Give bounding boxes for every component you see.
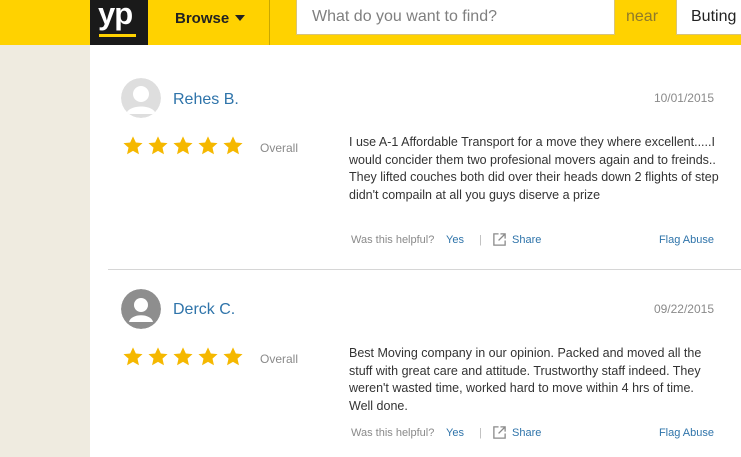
helpful-yes-link[interactable]: Yes — [446, 427, 464, 439]
location-input[interactable] — [676, 0, 741, 35]
star-icon — [223, 136, 243, 155]
star-icon — [148, 136, 168, 155]
yp-logo[interactable]: yp — [90, 0, 148, 47]
star-icon — [123, 136, 143, 155]
rating-label: Overall — [260, 352, 299, 366]
avatar — [121, 78, 161, 118]
review-item: Derck C. 09/22/2015 Overall Best Moving … — [90, 270, 741, 457]
search-input[interactable] — [296, 0, 615, 35]
review-date: 10/01/2015 — [653, 91, 714, 105]
footer-separator: | — [479, 427, 482, 439]
share-link[interactable]: Share — [512, 427, 541, 439]
footer-separator: | — [479, 234, 482, 246]
avatar — [121, 289, 161, 329]
star-icon — [173, 347, 193, 366]
near-label: near — [626, 8, 659, 25]
review-text: I use A-1 Affordable Transport for a mov… — [349, 135, 719, 202]
star-icon — [173, 136, 193, 155]
helpful-yes-link[interactable]: Yes — [446, 234, 464, 246]
review-date: 09/22/2015 — [653, 302, 714, 316]
logo-text: yp — [98, 0, 133, 31]
top-header: yp Browse near — [0, 0, 741, 47]
star-rating — [122, 346, 247, 368]
star-icon — [148, 347, 168, 366]
share-link[interactable]: Share — [512, 234, 541, 246]
star-rating — [122, 135, 247, 157]
reviews-panel: Rehes B. 10/01/2015 Overall I use A-1 Af… — [90, 45, 741, 457]
logo-underline — [99, 34, 136, 37]
star-icon — [223, 347, 243, 366]
star-icon — [198, 347, 218, 366]
review-footer: Was this helpful? Yes | Share Flag Abuse — [90, 232, 741, 250]
flag-abuse-link[interactable]: Flag Abuse — [659, 234, 714, 246]
star-icon — [198, 136, 218, 155]
browse-menu-button[interactable]: Browse — [149, 0, 270, 45]
share-icon[interactable] — [492, 425, 507, 440]
share-icon[interactable] — [492, 232, 507, 247]
review-item: Rehes B. 10/01/2015 Overall I use A-1 Af… — [90, 45, 741, 246]
reviewer-name[interactable]: Rehes B. — [173, 91, 239, 109]
helpful-prompt: Was this helpful? — [351, 427, 435, 439]
reviewer-name[interactable]: Derck C. — [173, 301, 235, 319]
rating-label: Overall — [260, 141, 299, 155]
helpful-prompt: Was this helpful? — [351, 234, 435, 246]
caret-down-icon — [235, 15, 245, 21]
review-footer: Was this helpful? Yes | Share Flag Abuse — [90, 425, 741, 443]
browse-label: Browse — [175, 10, 230, 27]
star-icon — [123, 347, 143, 366]
review-text: Best Moving company in our opinion. Pack… — [349, 346, 702, 413]
flag-abuse-link[interactable]: Flag Abuse — [659, 427, 714, 439]
